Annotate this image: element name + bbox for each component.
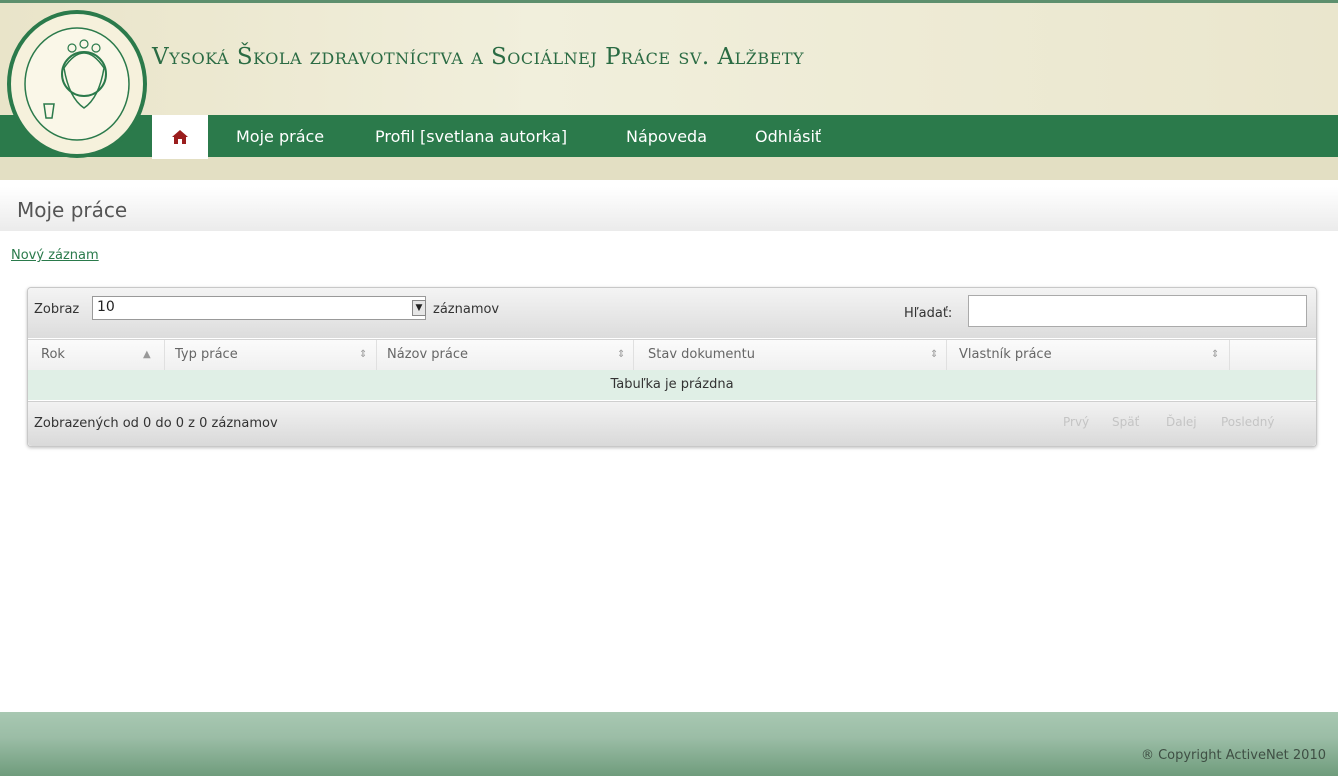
column-header-stav-dokumentu[interactable]: Stav dokumentu ⇕	[634, 340, 947, 370]
page-title: Moje práce	[17, 198, 128, 222]
search-input[interactable]	[968, 295, 1307, 327]
sort-ascending-icon: ▲	[143, 349, 151, 360]
column-header-vlastnik-prace[interactable]: Vlastník práce ⇕	[947, 340, 1230, 370]
column-header-label: Typ práce	[175, 347, 238, 362]
sort-icon: ⇕	[617, 349, 626, 360]
header: Vysoká Škola zdravotníctva a Sociálnej P…	[0, 0, 1338, 180]
table-footer: Zobrazených od 0 do 0 z 0 záznamov Prvý …	[28, 401, 1316, 446]
page-title-bar	[0, 187, 1338, 231]
page-footer	[0, 712, 1338, 776]
table-toolbar: Zobraz 10 ▼ záznamov Hľadať:	[28, 288, 1316, 338]
column-header-label: Vlastník práce	[959, 347, 1052, 362]
navbar-underline	[0, 157, 1338, 180]
university-seal-logo	[7, 10, 147, 158]
length-select[interactable]: 10	[92, 296, 426, 320]
column-header-label: Názov práce	[387, 347, 469, 362]
sort-icon: ⇕	[1211, 349, 1220, 360]
dropdown-arrow-icon[interactable]: ▼	[412, 300, 426, 316]
empty-table-message: Tabuľka je prázdna	[28, 370, 1316, 400]
pager-prev-button[interactable]: Späť	[1112, 415, 1139, 429]
column-header-nazov-prace[interactable]: Názov práce ⇕	[377, 340, 634, 370]
column-header-typ-prace[interactable]: Typ práce ⇕	[165, 340, 377, 370]
new-record-link[interactable]: Nový záznam	[11, 248, 99, 263]
column-header-rok[interactable]: Rok ▲	[28, 340, 165, 370]
table-info: Zobrazených od 0 do 0 z 0 záznamov	[34, 416, 278, 431]
home-icon	[172, 130, 188, 144]
sort-icon: ⇕	[359, 349, 368, 360]
length-select-value: 10	[97, 299, 115, 315]
nav-item-napoveda[interactable]: Nápoveda	[626, 127, 707, 146]
nav-item-odhlasit[interactable]: Odhlásiť	[755, 127, 821, 146]
site-title: Vysoká Škola zdravotníctva a Sociálnej P…	[152, 44, 805, 70]
nav-home-tab[interactable]	[152, 115, 208, 159]
length-label-suffix: záznamov	[433, 302, 500, 317]
pager-next-button[interactable]: Ďalej	[1166, 415, 1197, 429]
data-table-widget: Zobraz 10 ▼ záznamov Hľadať: Rok ▲ Typ p…	[27, 287, 1317, 447]
column-header-label: Stav dokumentu	[648, 347, 755, 362]
nav-item-profil[interactable]: Profil [svetlana autorka]	[375, 127, 567, 146]
sort-icon: ⇕	[930, 349, 939, 360]
pager-first-button[interactable]: Prvý	[1063, 415, 1089, 429]
table-header-row: Rok ▲ Typ práce ⇕ Názov práce ⇕ Stav dok…	[28, 339, 1316, 371]
search-label: Hľadať:	[904, 306, 953, 321]
copyright-text: ® Copyright ActiveNet 2010	[1140, 748, 1326, 763]
length-label-prefix: Zobraz	[34, 302, 80, 317]
nav-item-moje-prace[interactable]: Moje práce	[236, 127, 324, 146]
pager-last-button[interactable]: Posledný	[1221, 415, 1274, 429]
column-header-label: Rok	[41, 347, 65, 362]
